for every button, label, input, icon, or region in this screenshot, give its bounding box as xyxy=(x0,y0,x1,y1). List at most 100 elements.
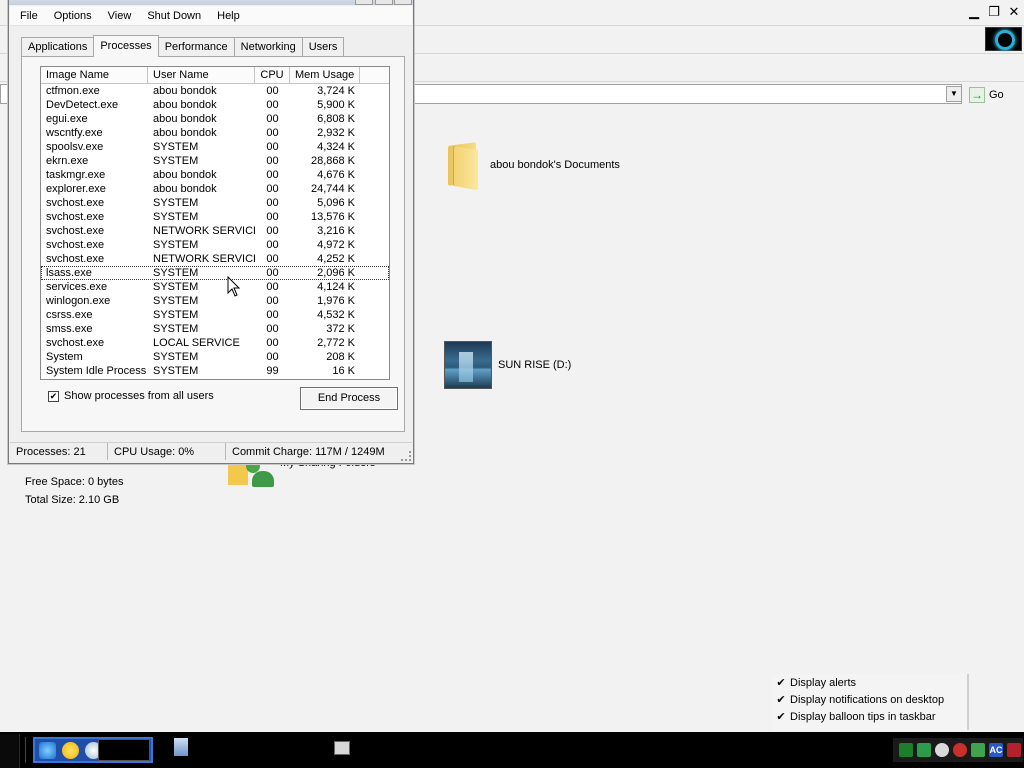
show-all-processes-checkbox[interactable]: ✔ Show processes from all users xyxy=(48,390,214,402)
documents-folder-item[interactable]: abou bondok's Documents xyxy=(444,142,620,191)
tab-users[interactable]: Users xyxy=(301,37,345,57)
process-user-cell: LOCAL SERVICE xyxy=(153,337,240,349)
process-user-cell: SYSTEM xyxy=(153,197,199,209)
menu-help[interactable]: Help xyxy=(209,6,248,26)
menu-file[interactable]: File xyxy=(10,6,46,26)
chevron-down-icon[interactable]: ▼ xyxy=(946,86,962,102)
process-cpu-cell: 00 xyxy=(266,323,279,335)
process-cpu-cell: 00 xyxy=(266,351,279,363)
process-name-cell: egui.exe xyxy=(46,113,88,125)
process-mem-cell: 2,772 K xyxy=(317,337,355,349)
status-cpu-usage: CPU Usage: 0% xyxy=(108,443,226,460)
status-processes: Processes: 21 xyxy=(10,443,108,460)
tab-applications[interactable]: Applications xyxy=(21,37,95,57)
process-row[interactable]: svchost.exe SYSTEM 00 13,576 K xyxy=(41,210,389,224)
explorer-window-controls: ▁ ❐ ✕ xyxy=(965,3,1023,21)
process-row[interactable]: ctfmon.exe abou bondok 00 3,724 K xyxy=(41,84,389,98)
process-name-cell: winlogon.exe xyxy=(46,295,111,307)
process-row[interactable]: services.exe SYSTEM 00 4,124 K xyxy=(41,280,389,294)
process-row[interactable]: System Idle Process SYSTEM 99 16 K xyxy=(41,364,389,378)
go-button[interactable]: → Go xyxy=(969,85,1021,105)
column-image-name[interactable]: Image Name xyxy=(41,67,148,83)
resize-grip-icon[interactable] xyxy=(401,451,411,461)
column-cpu[interactable]: CPU xyxy=(255,67,290,83)
menu-options[interactable]: Options xyxy=(46,6,100,26)
task-manager-task-icon[interactable] xyxy=(334,741,350,755)
process-row[interactable]: taskmgr.exe abou bondok 00 4,676 K xyxy=(41,168,389,182)
end-process-button[interactable]: End Process xyxy=(300,387,398,410)
process-mem-cell: 2,932 K xyxy=(317,127,355,139)
taskbar-divider xyxy=(25,737,27,763)
start-button[interactable] xyxy=(0,734,20,768)
process-row[interactable]: DevDetect.exe abou bondok 00 5,900 K xyxy=(41,98,389,112)
minimize-button[interactable] xyxy=(355,0,373,5)
process-row[interactable]: smss.exe SYSTEM 00 372 K xyxy=(41,322,389,336)
internet-explorer-icon[interactable] xyxy=(39,741,56,759)
process-row[interactable]: svchost.exe LOCAL SERVICE 00 2,772 K xyxy=(41,336,389,350)
network-tray-icon[interactable] xyxy=(899,743,913,757)
process-row[interactable]: System SYSTEM 00 208 K xyxy=(41,350,389,364)
security-shield-icon[interactable] xyxy=(971,743,985,757)
process-row[interactable]: explorer.exe abou bondok 00 24,744 K xyxy=(41,182,389,196)
network-connection-icon[interactable] xyxy=(917,743,931,757)
close-icon[interactable]: ✕ xyxy=(1005,3,1023,21)
process-row[interactable]: svchost.exe SYSTEM 00 5,096 K xyxy=(41,196,389,210)
process-list[interactable]: Image Name User Name CPU Mem Usage ctfmo… xyxy=(40,66,390,380)
process-mem-cell: 5,900 K xyxy=(317,99,355,111)
check-icon: ✔ xyxy=(776,677,786,689)
process-mem-cell: 16 K xyxy=(332,365,355,377)
antivirus-icon[interactable] xyxy=(953,743,967,757)
minimize-icon[interactable]: ▁ xyxy=(965,3,983,21)
process-row[interactable]: lsass.exe SYSTEM 00 2,096 K xyxy=(41,266,389,280)
process-user-cell: NETWORK SERVICE xyxy=(153,253,255,265)
mouse-cursor-icon xyxy=(227,276,241,297)
column-mem-usage[interactable]: Mem Usage xyxy=(290,67,360,83)
process-row[interactable]: svchost.exe NETWORK SERVICE 00 4,252 K xyxy=(41,252,389,266)
process-row[interactable]: csrss.exe SYSTEM 00 4,532 K xyxy=(41,308,389,322)
process-mem-cell: 2,096 K xyxy=(317,267,355,279)
process-cpu-cell: 00 xyxy=(266,239,279,251)
tab-networking[interactable]: Networking xyxy=(233,37,303,57)
process-row[interactable]: ekrn.exe SYSTEM 00 28,868 K xyxy=(41,154,389,168)
menu-view[interactable]: View xyxy=(100,6,140,26)
menu-item-label: Display notifications on desktop xyxy=(790,693,945,706)
process-mem-cell: 1,976 K xyxy=(317,295,355,307)
process-row[interactable]: spoolsv.exe SYSTEM 00 4,324 K xyxy=(41,140,389,154)
explorer-task-icon[interactable] xyxy=(174,738,188,756)
process-cpu-cell: 00 xyxy=(266,295,279,307)
process-row[interactable]: svchost.exe SYSTEM 00 4,972 K xyxy=(41,238,389,252)
process-mem-cell: 372 K xyxy=(326,323,355,335)
process-mem-cell: 3,216 K xyxy=(317,225,355,237)
power-ac-icon[interactable]: AC xyxy=(989,743,1003,757)
process-user-cell: SYSTEM xyxy=(153,365,199,377)
close-button[interactable] xyxy=(394,0,412,5)
tab-performance[interactable]: Performance xyxy=(157,37,235,57)
system-tray: AC xyxy=(893,738,1023,762)
process-mem-cell: 3,724 K xyxy=(317,85,355,97)
checkbox-checked-icon[interactable]: ✔ xyxy=(48,390,59,402)
process-row[interactable]: svchost.exe NETWORK SERVICE 00 3,216 K xyxy=(41,224,389,238)
menu-item-balloon-tips[interactable]: ✔ Display balloon tips in taskbar xyxy=(772,708,967,725)
processes-panel: Image Name User Name CPU Mem Usage ctfmo… xyxy=(21,56,405,432)
title-bar[interactable] xyxy=(9,0,413,5)
process-row[interactable]: egui.exe abou bondok 00 6,808 K xyxy=(41,112,389,126)
process-user-cell: SYSTEM xyxy=(153,351,199,363)
drive-thumbnail-icon xyxy=(444,341,492,389)
messenger-smiley-icon[interactable] xyxy=(62,741,79,759)
maximize-button[interactable] xyxy=(375,0,393,5)
process-user-cell: abou bondok xyxy=(153,183,217,195)
process-name-cell: ctfmon.exe xyxy=(46,85,100,97)
drive-d-item[interactable]: SUN RISE (D:) xyxy=(444,341,571,389)
menu-item-display-alerts[interactable]: ✔ Display alerts xyxy=(772,674,967,691)
shield-icon[interactable] xyxy=(1007,743,1021,757)
volume-icon[interactable] xyxy=(935,743,949,757)
process-row[interactable]: winlogon.exe SYSTEM 00 1,976 K xyxy=(41,294,389,308)
column-user-name[interactable]: User Name xyxy=(148,67,255,83)
taskbar-active-slot[interactable] xyxy=(98,739,150,761)
restore-icon[interactable]: ❐ xyxy=(985,3,1003,21)
menu-shut-down[interactable]: Shut Down xyxy=(139,6,209,26)
process-row[interactable]: wscntfy.exe abou bondok 00 2,932 K xyxy=(41,126,389,140)
process-name-cell: DevDetect.exe xyxy=(46,99,119,111)
tab-processes[interactable]: Processes xyxy=(93,35,159,57)
menu-item-notifications-desktop[interactable]: ✔ Display notifications on desktop xyxy=(772,691,967,708)
